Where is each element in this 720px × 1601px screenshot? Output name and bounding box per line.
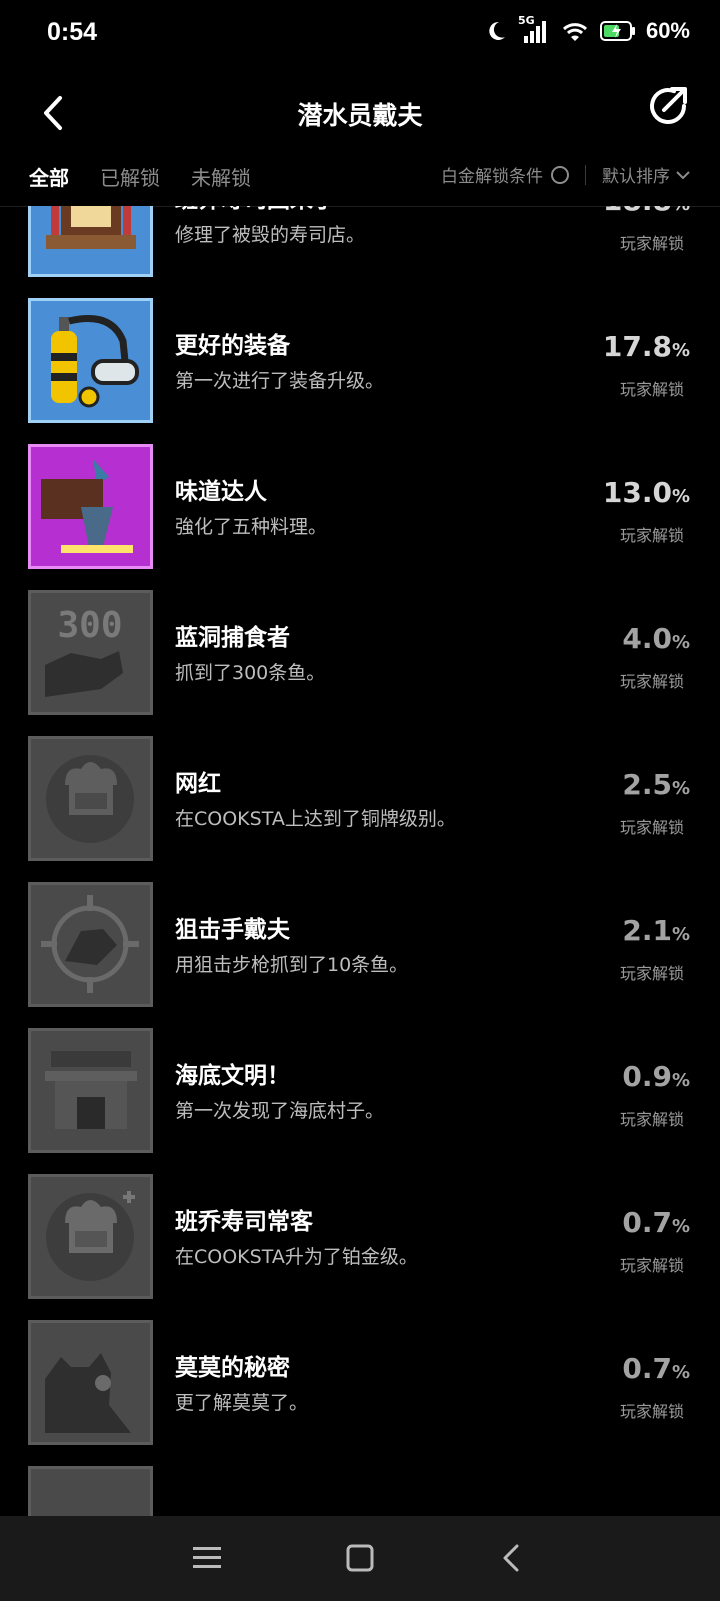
tab-unlocked[interactable]: 已解锁: [100, 162, 160, 191]
achievement-desc: 用狙击步枪抓到了10条鱼。: [175, 954, 409, 976]
unlock-rate: 17.8%: [602, 330, 690, 363]
achievement-desc: 抓到了300条鱼。: [175, 662, 326, 684]
battery-icon: [599, 21, 635, 41]
chef-hat-platinum-icon: [28, 1174, 153, 1299]
unlock-rate: 0.9%: [622, 1060, 690, 1093]
achievement-name: 海底文明！: [175, 1063, 290, 1089]
radio-icon: [551, 165, 569, 184]
status-icons: 5G 60%: [484, 14, 690, 44]
fish-300-icon: 300: [28, 590, 153, 715]
tab-locked[interactable]: 未解锁: [191, 162, 251, 191]
achievement-name: 网红: [175, 771, 221, 797]
wifi-icon: [562, 23, 587, 41]
achievement-row[interactable]: 班乔寿司常客 在COOKSTA升为了铂金级。 0.7% 玩家解锁: [0, 1174, 720, 1300]
achievement-desc: 修理了被毁的寿司店。: [175, 224, 366, 246]
cellular-signal-icon: 5G: [518, 14, 550, 44]
fish-dish-icon: [28, 444, 153, 569]
achievement-name: 班乔寿司常客: [175, 1209, 313, 1235]
unlock-rate: 2.5%: [622, 768, 690, 801]
achievement-row[interactable]: 莫莫的秘密 更了解莫莫了。 0.7% 玩家解锁: [0, 1320, 720, 1446]
achievement-name: 班乔寿司回来了: [175, 206, 336, 214]
system-nav-bar: [0, 1516, 720, 1601]
achievement-desc: 更了解莫莫了。: [175, 1392, 309, 1414]
filter-tabs: 全部 已解锁 未解锁 白金解锁条件 默认排序: [0, 150, 720, 207]
app-header: 潜水员戴夫: [0, 70, 720, 160]
unlock-rate: 18.8%: [603, 206, 690, 217]
locked-achievement-icon: [28, 1466, 153, 1516]
achievement-row[interactable]: 300 蓝洞捕食者 抓到了300条鱼。 4.0% 玩家解锁: [0, 590, 720, 716]
home-icon[interactable]: [340, 1538, 380, 1578]
chef-hat-bronze-icon: [28, 736, 153, 861]
platinum-condition-toggle[interactable]: 白金解锁条件: [441, 162, 569, 187]
moon-icon: [489, 21, 505, 40]
unlock-label: 玩家解锁: [619, 672, 684, 691]
battery-percent: 60%: [645, 18, 690, 43]
svg-text:300: 300: [57, 605, 122, 646]
tab-all[interactable]: 全部: [29, 162, 69, 191]
unlock-label: 玩家解锁: [619, 526, 684, 545]
unlock-rate: 0.7%: [622, 1352, 690, 1385]
achievement-row[interactable]: 味道达人 強化了五种料理。 13.0% 玩家解锁: [0, 444, 720, 570]
unlock-rate: 4.0%: [622, 622, 690, 655]
achievement-list[interactable]: 班乔寿司回来了 修理了被毁的寿司店。 18.8% 玩家解锁 更好的装备 第一次进…: [0, 206, 720, 1516]
achievement-name: 狙击手戴夫: [175, 917, 290, 943]
achievement-desc: 強化了五种料理。: [175, 516, 328, 538]
share-icon[interactable]: [644, 82, 692, 130]
underwater-village-icon: [28, 1028, 153, 1153]
achievement-desc: 在COOKSTA升为了铂金级。: [175, 1246, 418, 1268]
scuba-tank-icon: [28, 298, 153, 423]
achievement-desc: 在COOKSTA上达到了铜牌级别。: [175, 808, 456, 830]
unlock-label: 玩家解锁: [619, 1110, 684, 1129]
achievement-row[interactable]: 更好的装备 第一次进行了装备升级。 17.8% 玩家解锁: [0, 298, 720, 424]
sort-label: 默认排序: [602, 167, 670, 187]
achievement-row[interactable]: 班乔寿司回来了 修理了被毁的寿司店。 18.8% 玩家解锁: [0, 206, 720, 278]
unlock-label: 玩家解锁: [619, 1402, 684, 1421]
achievement-row[interactable]: 网红 在COOKSTA上达到了铜牌级别。 2.5% 玩家解锁: [0, 736, 720, 862]
unlock-label: 玩家解锁: [619, 380, 684, 399]
unlock-rate: 2.1%: [622, 914, 690, 947]
unlock-label: 玩家解锁: [619, 964, 684, 983]
achievement-name: 味道达人: [175, 479, 267, 505]
achievement-name: 蓝洞捕食者: [175, 625, 290, 651]
achievement-desc: 第一次发现了海底村子。: [175, 1100, 385, 1122]
back-icon[interactable]: [493, 1538, 533, 1578]
unlock-label: 玩家解锁: [619, 1256, 684, 1275]
unlock-rate: 13.0%: [602, 476, 690, 509]
unlock-label: 玩家解锁: [619, 818, 684, 837]
achievement-name: 更好的装备: [175, 333, 290, 359]
crosshair-fish-icon: [28, 882, 153, 1007]
unlock-label: 玩家解锁: [619, 234, 684, 253]
platinum-condition-label: 白金解锁条件: [441, 167, 543, 187]
achievement-row[interactable]: 狙击手戴夫 用狙击步枪抓到了10条鱼。 2.1% 玩家解锁: [0, 882, 720, 1008]
achievement-desc: 第一次进行了装备升级。: [175, 370, 385, 392]
achievement-row[interactable]: 海底文明！ 第一次发现了海底村子。 0.9% 玩家解锁: [0, 1028, 720, 1154]
filter-controls: 白金解锁条件 默认排序: [441, 162, 690, 187]
cat-icon: [28, 1320, 153, 1445]
achievement-row[interactable]: [0, 1466, 720, 1516]
achievement-name: 莫莫的秘密: [175, 1355, 290, 1381]
chevron-down-icon: [676, 170, 690, 179]
sushi-shop-icon: [28, 206, 153, 277]
page-title: 潜水员戴夫: [297, 101, 423, 130]
sort-dropdown[interactable]: 默认排序: [602, 162, 690, 187]
divider: [585, 164, 586, 185]
unlock-rate: 0.7%: [622, 1206, 690, 1239]
menu-icon[interactable]: [187, 1538, 227, 1578]
status-time: 0:54: [47, 18, 98, 46]
status-bar: 0:54 5G 60%: [0, 0, 720, 70]
